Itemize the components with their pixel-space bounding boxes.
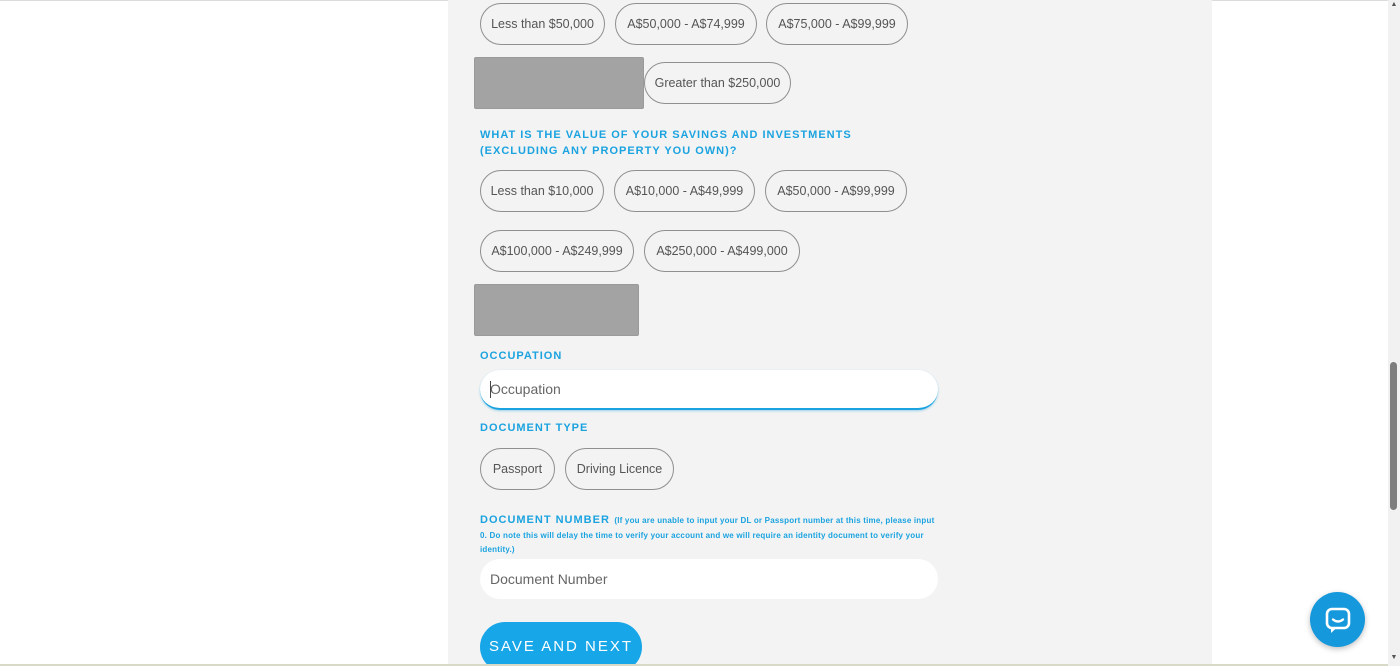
- income-option-50k-75k[interactable]: A$50,000 - A$74,999: [615, 3, 757, 45]
- scroll-up-arrow-icon[interactable]: ▲: [1388, 0, 1400, 10]
- document-number-input[interactable]: [480, 559, 938, 599]
- chat-bubble-icon: [1325, 607, 1350, 633]
- income-option-less-than-50k[interactable]: Less than $50,000: [480, 3, 605, 45]
- document-type-passport[interactable]: Passport: [480, 448, 555, 490]
- occupation-input[interactable]: [480, 370, 938, 410]
- redacted-block: [474, 284, 639, 336]
- scroll-down-arrow-icon[interactable]: ▼: [1388, 652, 1400, 664]
- savings-question-label: WHAT IS THE VALUE OF YOUR SAVINGS AND IN…: [480, 129, 852, 157]
- income-option-75k-100k[interactable]: A$75,000 - A$99,999: [766, 3, 908, 45]
- occupation-label: OCCUPATION: [480, 350, 563, 362]
- redacted-block: [474, 57, 644, 109]
- page-scrollbar[interactable]: ▲ ▼: [1388, 0, 1400, 666]
- chat-launcher-button[interactable]: [1310, 592, 1365, 647]
- savings-option-100k-250k[interactable]: A$100,000 - A$249,999: [480, 230, 634, 272]
- document-number-title: DOCUMENT NUMBER: [480, 514, 610, 526]
- savings-option-less-than-10k[interactable]: Less than $10,000: [480, 170, 604, 212]
- page-viewport: Less than $50,000 A$50,000 - A$74,999 A$…: [0, 0, 1400, 666]
- document-number-label: DOCUMENT NUMBER (If you are unable to in…: [480, 513, 942, 557]
- savings-option-10k-50k[interactable]: A$10,000 - A$49,999: [614, 170, 755, 212]
- scrollbar-thumb[interactable]: [1390, 362, 1397, 510]
- document-type-label: DOCUMENT TYPE: [480, 422, 589, 434]
- save-and-next-button[interactable]: SAVE AND NEXT: [480, 622, 642, 666]
- income-option-greater-than-250k[interactable]: Greater than $250,000: [644, 62, 791, 104]
- savings-option-250k-500k[interactable]: A$250,000 - A$499,000: [644, 230, 800, 272]
- document-type-driving-licence[interactable]: Driving Licence: [565, 448, 674, 490]
- savings-option-50k-100k[interactable]: A$50,000 - A$99,999: [765, 170, 907, 212]
- text-caret: [490, 381, 491, 398]
